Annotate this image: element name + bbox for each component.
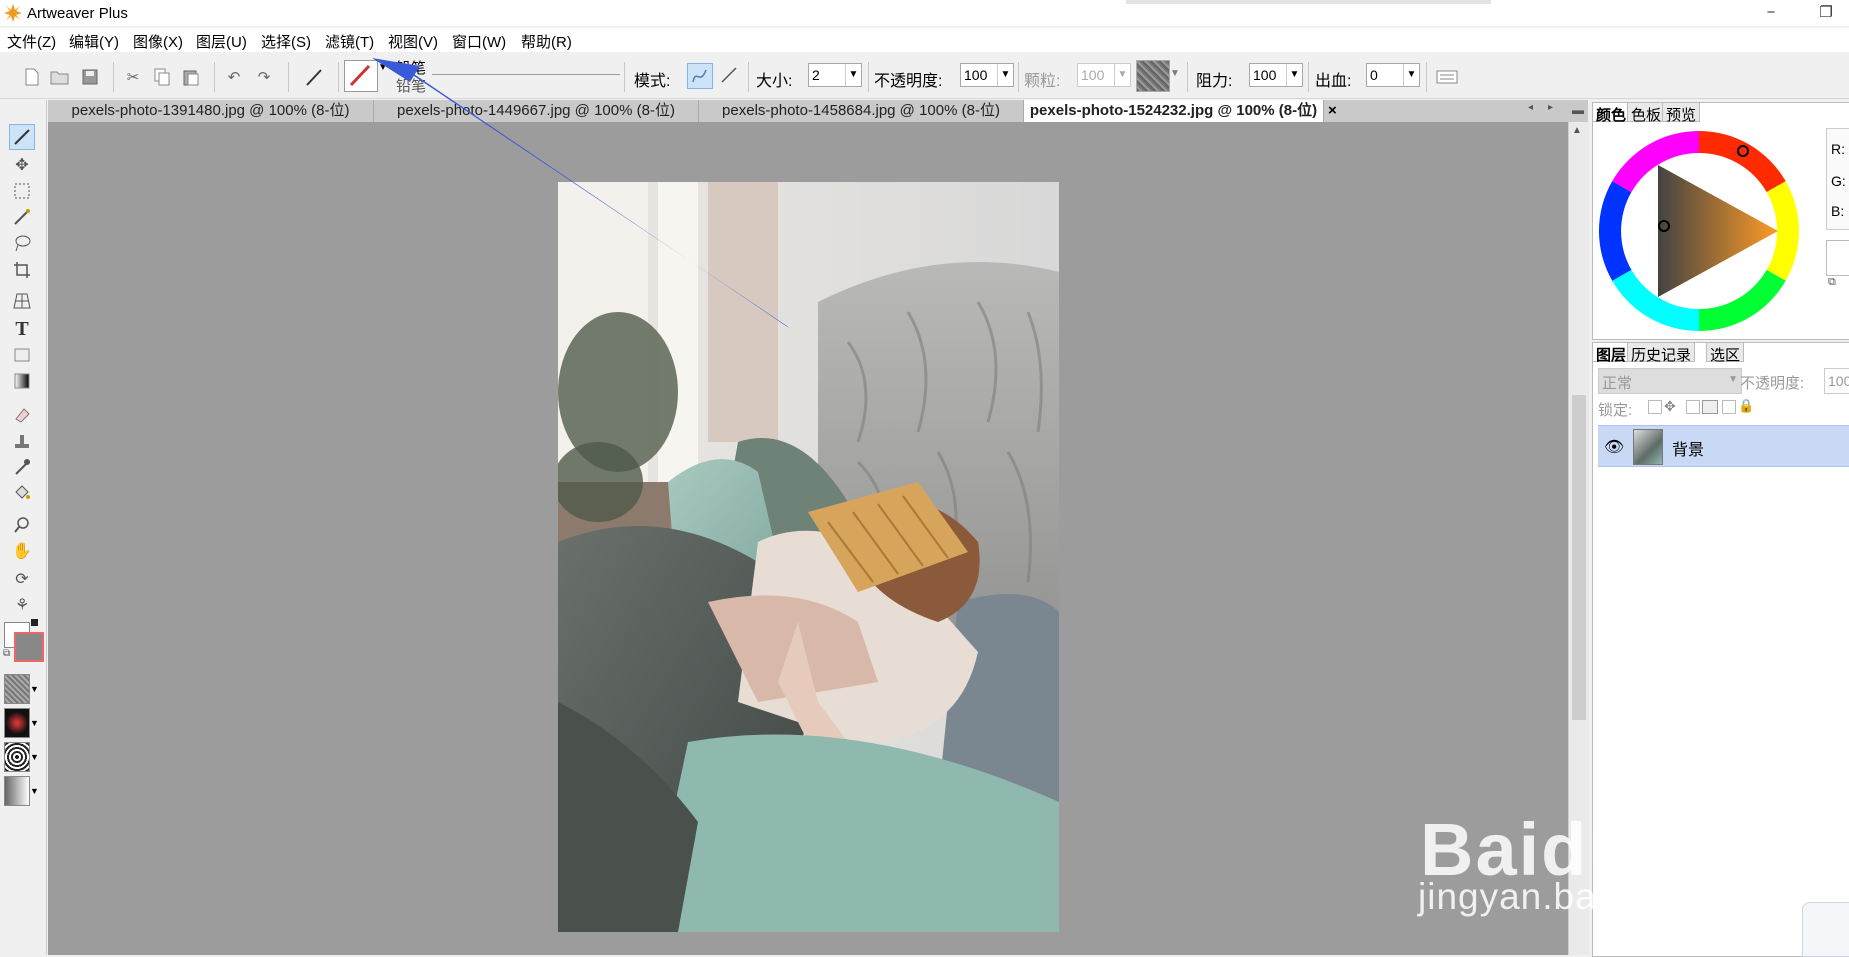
lock-image-checkbox[interactable] xyxy=(1686,400,1700,414)
reset-color-icon[interactable]: ⧉ xyxy=(1828,276,1836,289)
lock-image-icon xyxy=(1702,400,1718,414)
baidu-watermark-url: jingyan.baidu.com xyxy=(1418,876,1734,917)
blend-mode-select[interactable]: 正常 ▼ xyxy=(1598,368,1742,394)
layer-row-background[interactable]: 👁 背景 xyxy=(1598,425,1849,467)
tab-selection[interactable]: 选区 xyxy=(1706,342,1745,364)
layer-name[interactable]: 背景 xyxy=(1672,436,1704,460)
tab-history[interactable]: 历史记录 xyxy=(1627,342,1696,364)
color-wheel[interactable] xyxy=(1598,130,1800,332)
eye-visibility-icon[interactable]: 👁 xyxy=(1604,437,1624,457)
blend-mode-value: 正常 xyxy=(1602,375,1633,392)
tab-swatches[interactable]: 色板 xyxy=(1627,102,1666,124)
tab-layers[interactable]: 图层 xyxy=(1592,342,1631,364)
scroll-up-icon[interactable]: ▲ xyxy=(1572,125,1582,136)
layer-thumbnail xyxy=(1633,429,1663,465)
lock-all-checkbox[interactable] xyxy=(1722,400,1736,414)
layer-opacity-field[interactable]: 100 xyxy=(1824,368,1849,394)
blend-mode-dropdown-icon[interactable]: ▼ xyxy=(1728,374,1738,385)
lock-label: 锁定: xyxy=(1598,402,1633,419)
layer-opacity-value: 100 xyxy=(1828,373,1849,389)
r-label: R: xyxy=(1831,141,1845,157)
rgb-values-box: R: G: B: xyxy=(1826,128,1849,230)
lock-transparency-checkbox[interactable] xyxy=(1648,400,1662,414)
current-color-swatch[interactable] xyxy=(1826,240,1849,276)
tab-preview[interactable]: 预览 xyxy=(1662,102,1701,124)
tab-color[interactable]: 颜色 xyxy=(1592,102,1631,124)
lock-move-icon: ✥ xyxy=(1664,398,1676,414)
assistant-widget[interactable] xyxy=(1802,902,1849,957)
b-label: B: xyxy=(1831,203,1845,219)
g-label: G: xyxy=(1831,173,1846,189)
layer-opacity-label: 不透明度: xyxy=(1740,375,1805,392)
lock-all-icon: 🔒 xyxy=(1738,398,1755,413)
scrollbar-thumb[interactable] xyxy=(1572,395,1586,720)
